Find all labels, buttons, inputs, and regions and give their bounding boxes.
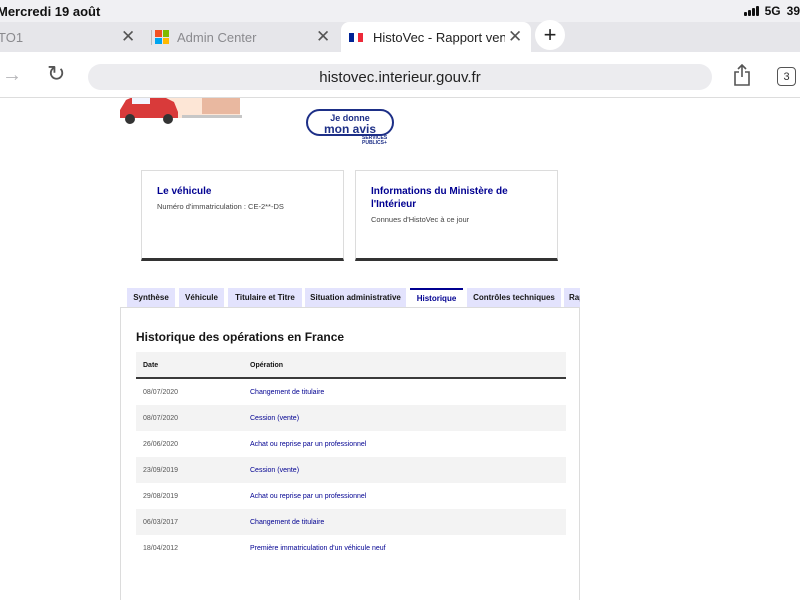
vehicle-card: Le véhicule Numéro d'immatriculation : C…: [141, 170, 344, 261]
url-text: histovec.interieur.gouv.fr: [319, 68, 481, 86]
row-date: 29/08/2019: [143, 493, 179, 500]
tab-historique[interactable]: Historique: [410, 288, 463, 307]
row-operation: Achat ou reprise par un professionnel: [250, 493, 367, 500]
signal-icon: [743, 6, 759, 16]
status-date: Mercredi 19 août: [0, 4, 101, 19]
row-date: 08/07/2020: [143, 389, 179, 396]
column-header-operation: Opération: [250, 362, 284, 369]
network-label: 5G: [764, 4, 781, 18]
plus-icon: +: [543, 22, 557, 47]
vehicle-illustration: [112, 98, 247, 130]
history-panel: Historique des opérations en France Date…: [120, 307, 580, 600]
microsoft-icon: [155, 30, 169, 44]
table-header: Date Opération: [136, 352, 566, 379]
close-icon[interactable]: ✕: [316, 27, 330, 47]
tab-title: HistoVec - Rapport vendeur: [373, 29, 505, 45]
tab-admin-center[interactable]: Admin Center ✕: [151, 22, 335, 52]
row-date: 26/06/2020: [143, 441, 179, 448]
row-date: 08/07/2020: [143, 415, 179, 422]
ministry-card-title: Informations du Ministère de l'Intérieur: [371, 186, 508, 210]
feedback-button[interactable]: Je donne mon avis: [306, 109, 394, 136]
ministry-card: Informations du Ministère de l'Intérieur…: [355, 170, 558, 261]
browser-tab-bar: TO1 ✕ Admin Center ✕ HistoVec - Rapport …: [0, 22, 800, 52]
tab-situation-administrative[interactable]: Situation administrative: [305, 288, 406, 307]
tab-title: TO1: [0, 29, 24, 45]
ministry-card-subtitle: Connues d'HistoVec à ce jour: [371, 215, 470, 224]
table-row: 23/09/2019 Cession (vente): [136, 457, 566, 483]
address-bar[interactable]: histovec.interieur.gouv.fr: [88, 64, 712, 90]
table-row: 08/07/2020 Cession (vente): [136, 405, 566, 431]
history-title: Historique des opérations en France: [136, 330, 345, 344]
vehicle-card-title: Le véhicule: [157, 186, 212, 197]
tab-synthese[interactable]: Synthèse: [127, 288, 175, 307]
close-icon[interactable]: ✕: [508, 27, 522, 47]
section-tabs: Synthèse Véhicule Titulaire et Titre Sit…: [127, 288, 580, 307]
status-bar: Mercredi 19 août 5G 39: [0, 0, 800, 22]
row-operation: Changement de titulaire: [250, 389, 325, 396]
tab-controles-techniques[interactable]: Contrôles techniques: [467, 288, 561, 307]
table-row: 08/07/2020 Changement de titulaire: [136, 379, 566, 405]
tab-histovec[interactable]: HistoVec - Rapport vendeur ✕: [341, 22, 531, 52]
row-operation: Cession (vente): [250, 415, 300, 422]
tab-vehicule[interactable]: Véhicule: [179, 288, 224, 307]
table-row: 26/06/2020 Achat ou reprise par un profe…: [136, 431, 566, 457]
forward-arrow-icon[interactable]: →: [2, 64, 22, 87]
column-header-date: Date: [143, 362, 159, 369]
page-content: Je donne mon avis SERVICES PUBLICS+ Le v…: [0, 98, 800, 600]
row-date: 06/03/2017: [143, 519, 179, 526]
table-row: 18/04/2012 Première immatriculation d'un…: [136, 535, 566, 561]
tab-overview-button[interactable]: 3: [777, 67, 796, 86]
row-date: 23/09/2019: [143, 467, 179, 474]
table-row: 06/03/2017 Changement de titulaire: [136, 509, 566, 535]
row-date: 18/04/2012: [143, 545, 179, 552]
row-operation: Cession (vente): [250, 467, 300, 474]
close-icon[interactable]: ✕: [121, 27, 135, 47]
table-row: 29/08/2019 Achat ou reprise par un profe…: [136, 483, 566, 509]
french-flag-icon: [349, 32, 364, 42]
row-operation: Changement de titulaire: [250, 519, 325, 526]
share-icon[interactable]: [733, 64, 751, 86]
row-operation: Achat ou reprise par un professionnel: [250, 441, 367, 448]
reload-icon[interactable]: ↻: [47, 61, 65, 87]
tab-count: 3: [783, 70, 790, 83]
tab-separator: [151, 30, 152, 45]
tab-title: Admin Center: [177, 29, 257, 45]
status-indicators: 5G 39: [743, 4, 800, 18]
tab-titulaire-titre[interactable]: Titulaire et Titre: [228, 288, 302, 307]
tab-rapport[interactable]: Rapport: [564, 288, 580, 307]
battery-label: 39: [786, 4, 800, 18]
new-tab-button[interactable]: +: [535, 20, 565, 50]
browser-toolbar: → ↻ histovec.interieur.gouv.fr 3: [0, 52, 800, 98]
tab-to1[interactable]: TO1 ✕: [0, 22, 143, 52]
vehicle-card-subtitle: Numéro d'immatriculation : CE-2**-DS: [157, 202, 284, 211]
feedback-line2: mon avis: [323, 122, 377, 136]
row-operation: Première immatriculation d'un véhicule n…: [250, 545, 386, 552]
services-publics-logo: SERVICES PUBLICS+: [362, 135, 388, 146]
